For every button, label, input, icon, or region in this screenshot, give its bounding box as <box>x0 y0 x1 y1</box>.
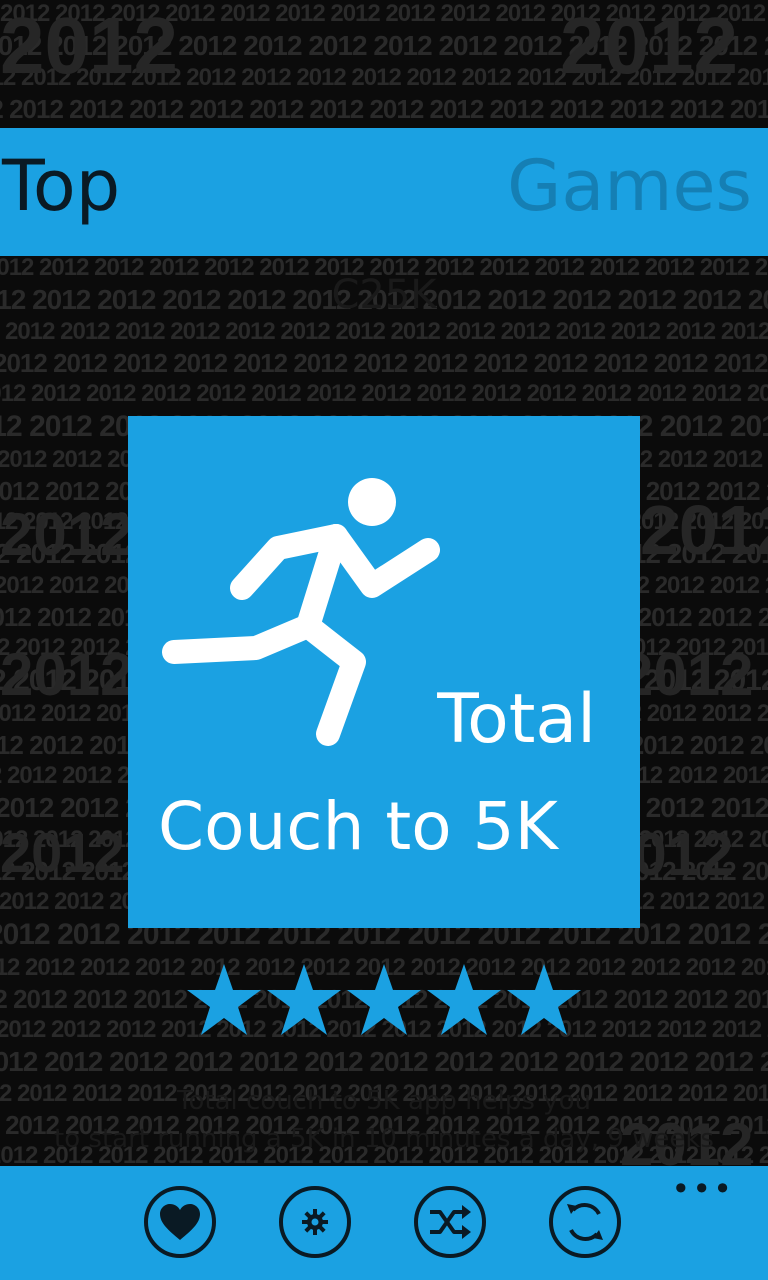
tile-title-couch: Couch to 5K <box>158 788 558 865</box>
star-icon <box>507 964 581 1035</box>
background-pattern-row: 2012 2012 2012 2012 2012 2012 2012 2012 … <box>0 318 768 345</box>
star-icon <box>187 964 261 1035</box>
header-title-games[interactable]: Games <box>507 146 752 226</box>
heart-icon <box>160 1204 200 1240</box>
more-menu-button[interactable]: ••• <box>671 1170 734 1208</box>
gear-icon <box>302 1209 328 1235</box>
background-pattern-row: 2012 2012 2012 2012 2012 2012 2012 2012 … <box>0 1046 768 1077</box>
refresh-icon <box>567 1203 603 1241</box>
header-title-top[interactable]: Top <box>2 146 120 226</box>
star-icon <box>347 964 421 1035</box>
runner-icon <box>162 478 440 746</box>
application-bar: ••• <box>0 1166 768 1280</box>
background-pattern-large: 2012 <box>620 641 754 708</box>
settings-button[interactable] <box>279 1186 351 1258</box>
background-pattern-large: 2012 <box>0 501 134 568</box>
favorite-button[interactable] <box>144 1186 216 1258</box>
background-pattern-large: 2012 <box>560 1 738 90</box>
tile-title-total: Total <box>437 680 596 759</box>
background-pattern-large: 2012 <box>0 1 178 90</box>
rating-stars <box>184 960 584 1040</box>
background-pattern-row: 2012 2012 2012 2012 2012 2012 2012 2012 … <box>0 380 768 407</box>
description-line-1: Total couch to 5K app helps you <box>177 1086 591 1116</box>
background-pattern-large: 2012 <box>0 821 125 884</box>
shuffle-icon <box>430 1205 471 1239</box>
refresh-button[interactable] <box>549 1186 621 1258</box>
shuffle-button[interactable] <box>414 1186 486 1258</box>
star-icon <box>427 964 501 1035</box>
star-icon <box>267 964 341 1035</box>
background-pattern-row: 2012 2012 2012 2012 2012 2012 2012 2012 … <box>0 94 768 124</box>
app-tile[interactable]: Total Couch to 5K <box>128 416 640 928</box>
description-line-2: to start running a 5K in 10 minutes a da… <box>54 1124 714 1154</box>
background-pattern-row: 2012 2012 2012 2012 2012 2012 2012 2012 … <box>0 348 768 378</box>
app-name: C25K <box>331 272 437 318</box>
background-pattern-large: 2012 <box>640 491 768 569</box>
background-pattern-large: 2012 <box>0 641 134 708</box>
